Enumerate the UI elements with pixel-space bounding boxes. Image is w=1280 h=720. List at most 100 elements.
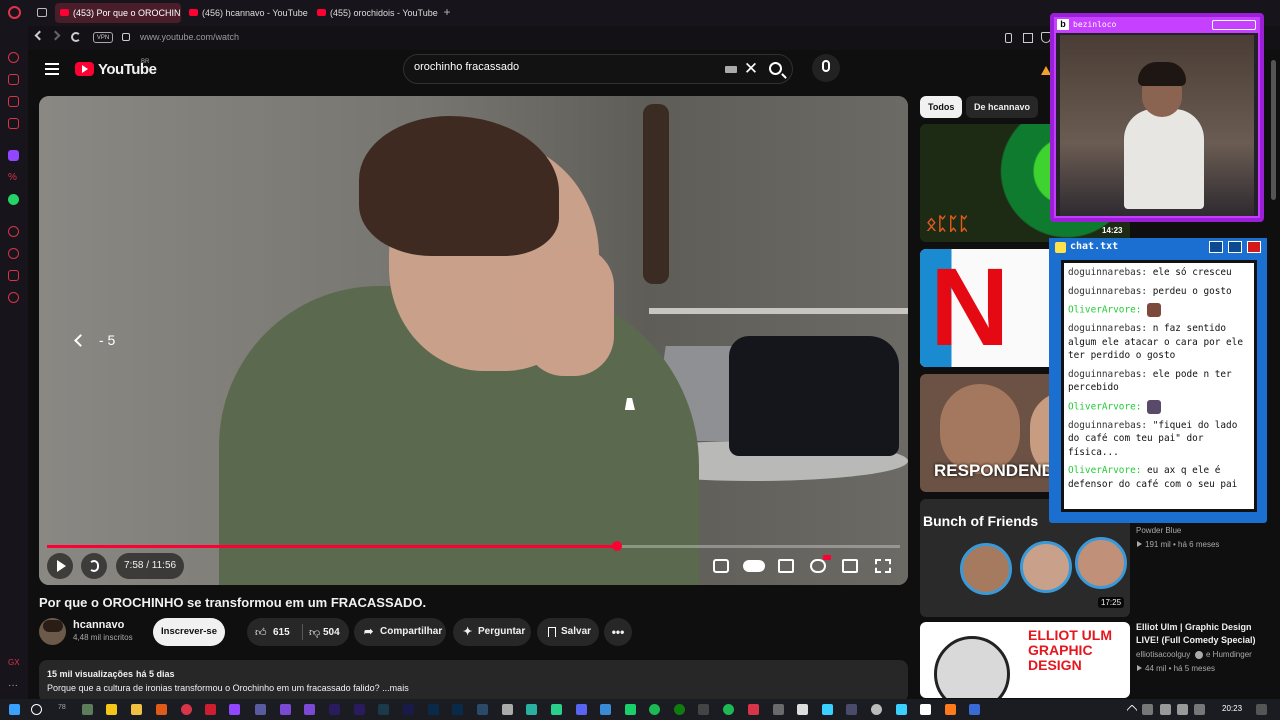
- spotify-icon[interactable]: [649, 704, 660, 715]
- extensions-icon[interactable]: GX: [8, 658, 20, 669]
- tab-video[interactable]: (453) Por que o OROCHINHO: [55, 3, 181, 23]
- save-button[interactable]: Salvar: [537, 618, 599, 646]
- voice-search-button[interactable]: [812, 54, 840, 82]
- new-tab-button[interactable]: +: [440, 5, 454, 19]
- youtube-logo-icon[interactable]: [75, 62, 94, 76]
- xbox-icon[interactable]: [674, 704, 685, 715]
- volume-button[interactable]: [81, 553, 107, 579]
- tray-icon[interactable]: [1142, 704, 1153, 715]
- url-text[interactable]: www.youtube.com/watch: [140, 32, 239, 42]
- channel-name[interactable]: hcannavo: [73, 619, 124, 631]
- search-input[interactable]: [414, 61, 704, 73]
- app-icon[interactable]: [723, 704, 734, 715]
- forward-icon[interactable]: [50, 30, 61, 41]
- app-icon[interactable]: [969, 704, 980, 715]
- app-icon[interactable]: [846, 704, 857, 715]
- subscribe-button[interactable]: Inscrever-se: [153, 618, 225, 646]
- reload-icon[interactable]: [71, 32, 81, 42]
- recommendation-title-line2[interactable]: LIVE! (Full Comedy Special): [1136, 635, 1256, 645]
- page-scrollbar[interactable]: [1271, 60, 1276, 200]
- network-icon[interactable]: [1160, 704, 1171, 715]
- channel-avatar[interactable]: [39, 618, 66, 645]
- settings-icon[interactable]: [8, 292, 19, 303]
- lightroom-icon[interactable]: [452, 704, 463, 715]
- search-box[interactable]: ✕: [403, 54, 793, 84]
- recommendation-title[interactable]: Elliot Ulm | Graphic Design: [1136, 622, 1252, 632]
- after-effects-icon[interactable]: [354, 704, 365, 715]
- settings-gear-icon[interactable]: [810, 559, 826, 573]
- app-icon[interactable]: [896, 704, 907, 715]
- search-icon[interactable]: [769, 62, 782, 75]
- app-icon[interactable]: [822, 704, 833, 715]
- app-icon-active[interactable]: [229, 704, 240, 715]
- opera-gx-icon[interactable]: [181, 704, 192, 715]
- app-icon[interactable]: [773, 704, 784, 715]
- app-icon[interactable]: [304, 704, 315, 715]
- recommendation-channel-extra[interactable]: e Humdinger: [1206, 650, 1252, 659]
- filter-chip-channel[interactable]: De hcannavo: [966, 96, 1039, 118]
- theater-mode-icon[interactable]: [842, 559, 858, 573]
- recommendation-channel[interactable]: elliotisacoolguy: [1136, 650, 1190, 659]
- keyboard-icon[interactable]: [725, 66, 737, 73]
- filter-chip-all[interactable]: Todos: [920, 96, 963, 118]
- video-player[interactable]: - 5 7:58 / 11:56: [39, 96, 908, 585]
- steam-icon[interactable]: [477, 704, 488, 715]
- notifications-icon[interactable]: [1256, 704, 1267, 715]
- crypto-wallet-icon[interactable]: [8, 74, 19, 85]
- file-explorer-icon[interactable]: [131, 704, 142, 715]
- like-button[interactable]: 👍︎ 615: [255, 625, 303, 641]
- send-icon[interactable]: [8, 270, 19, 281]
- app-icon[interactable]: [280, 704, 291, 715]
- twitch-icon[interactable]: [8, 150, 19, 161]
- app-icon[interactable]: [205, 704, 216, 715]
- windows-start-icon[interactable]: [9, 704, 20, 715]
- history-icon[interactable]: [8, 248, 19, 259]
- photoshop-icon[interactable]: [428, 704, 439, 715]
- back-icon[interactable]: [34, 30, 45, 41]
- volume-icon[interactable]: [1177, 704, 1188, 715]
- snapshot-icon[interactable]: [1023, 33, 1033, 43]
- description-box[interactable]: 15 mil visualizações há 5 dias Porque qu…: [39, 660, 908, 702]
- app-icon[interactable]: [600, 704, 611, 715]
- media-encoder-icon[interactable]: [403, 704, 414, 715]
- premiere-icon[interactable]: [329, 704, 340, 715]
- app-icon[interactable]: [871, 704, 882, 715]
- search-icon[interactable]: [31, 704, 42, 715]
- progress-scrubber[interactable]: [611, 541, 622, 551]
- ask-button[interactable]: ✦ Perguntar: [453, 618, 531, 646]
- tab-hcannavo[interactable]: (456) hcannavo - YouTube: [184, 3, 310, 23]
- app-icon[interactable]: [945, 704, 956, 715]
- app-icon[interactable]: [502, 704, 513, 715]
- hamburger-menu-icon[interactable]: [45, 63, 59, 75]
- clock[interactable]: 20:23: [1222, 704, 1242, 713]
- dislike-button[interactable]: 👎︎ 504: [309, 625, 347, 641]
- audition-icon[interactable]: [378, 704, 389, 715]
- vpn-badge[interactable]: VPN: [93, 32, 113, 43]
- app-icon[interactable]: [551, 704, 562, 715]
- more-icon[interactable]: ···: [8, 680, 19, 691]
- tab-orochidois[interactable]: (455) orochidois - YouTube: [312, 3, 438, 23]
- app-icon[interactable]: [82, 704, 93, 715]
- notion-icon[interactable]: [920, 704, 931, 715]
- share-button[interactable]: ➦ Compartilhar: [354, 618, 446, 646]
- app-icon[interactable]: [698, 704, 709, 715]
- subtitles-icon[interactable]: [778, 559, 794, 573]
- app-icon[interactable]: [625, 704, 636, 715]
- messenger-icon[interactable]: [8, 96, 19, 107]
- app-icon[interactable]: [156, 704, 167, 715]
- app-icon[interactable]: [106, 704, 117, 715]
- app-icon[interactable]: [748, 704, 759, 715]
- player-icon[interactable]: [8, 226, 19, 237]
- workspaces-icon[interactable]: [37, 8, 47, 17]
- opera-logo-icon[interactable]: [8, 6, 21, 19]
- recommendation-channel[interactable]: Powder Blue: [1136, 526, 1181, 535]
- tray-chevron-icon[interactable]: [1126, 704, 1138, 716]
- percent-icon[interactable]: %: [8, 172, 19, 183]
- discord-icon[interactable]: [576, 704, 587, 715]
- instagram-icon[interactable]: [8, 118, 19, 129]
- recommendation-thumb-5[interactable]: ELLIOT ULM GRAPHIC DESIGN: [920, 622, 1130, 698]
- aria-icon[interactable]: [8, 52, 19, 63]
- tray-icon[interactable]: [1194, 704, 1205, 715]
- more-actions-button[interactable]: •••: [604, 618, 632, 646]
- pin-icon[interactable]: [1005, 33, 1012, 43]
